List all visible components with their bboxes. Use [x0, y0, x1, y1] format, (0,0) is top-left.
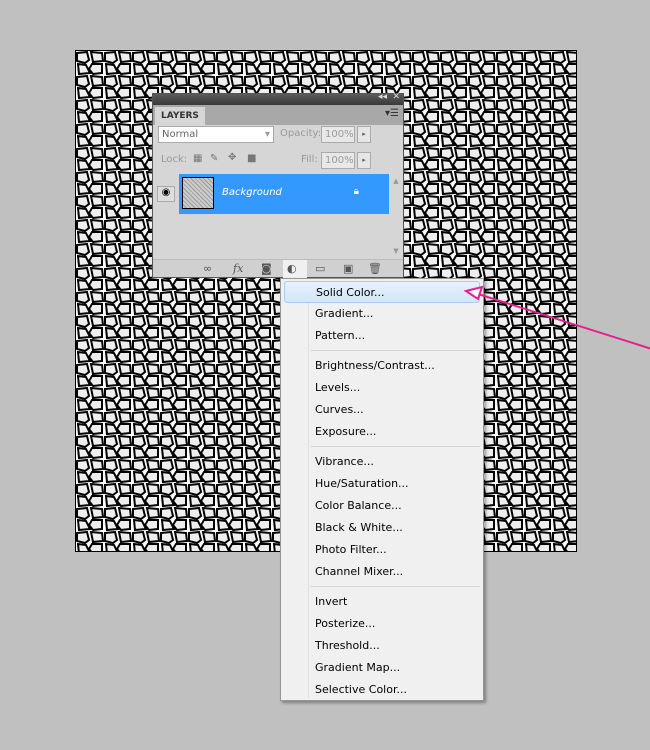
layer-name: Background [222, 187, 282, 198]
lock-brush-icon[interactable]: ✎ [210, 153, 218, 164]
menu-item-gradient-map[interactable]: Gradient Map... [284, 657, 480, 679]
menu-item-hue-saturation[interactable]: Hue/Saturation... [284, 473, 480, 495]
menu-item-pattern[interactable]: Pattern... [284, 325, 480, 347]
layer-row-background[interactable]: Background 🔒︎ [179, 174, 389, 214]
blend-mode-select[interactable]: Normal ▾ [158, 126, 274, 143]
new-group-icon[interactable]: ▭ [315, 262, 325, 275]
opacity-label: Opacity: [280, 128, 322, 139]
collapse-icon[interactable]: ◂◂ [378, 92, 387, 102]
menu-item-curves[interactable]: Curves... [284, 399, 480, 421]
opacity-slider-button[interactable]: ▸ [357, 126, 371, 143]
fill-slider-button[interactable]: ▸ [357, 152, 371, 169]
menu-item-selective-color[interactable]: Selective Color... [284, 679, 480, 701]
layer-thumbnail [182, 177, 214, 209]
menu-item-gradient[interactable]: Gradient... [284, 303, 480, 325]
menu-item-channel-mixer[interactable]: Channel Mixer... [284, 561, 480, 583]
menu-item-posterize[interactable]: Posterize... [284, 613, 480, 635]
new-layer-icon[interactable]: ▣ [343, 262, 353, 275]
menu-item-solid-color[interactable]: Solid Color... [284, 281, 480, 303]
adjustment-layer-icon[interactable]: ◐ [283, 260, 307, 278]
blend-mode-value: Normal [162, 129, 199, 140]
menu-item-photo-filter[interactable]: Photo Filter... [284, 539, 480, 561]
lock-transparent-icon[interactable]: ▦ [193, 153, 202, 164]
layers-panel: ◂◂ ✕ LAYERS ▾☰ Normal ▾ Opacity: 100% ▸ Loc… [152, 92, 404, 278]
layers-scrollbar[interactable]: ▲ ▼ [389, 174, 403, 260]
menu-item-vibrance[interactable]: Vibrance... [284, 451, 480, 473]
panel-menu-icon[interactable]: ▾☰ [385, 108, 399, 119]
menu-item-exposure[interactable]: Exposure... [284, 421, 480, 443]
layer-lock-icon: 🔒︎ [353, 186, 359, 197]
menu-item-levels[interactable]: Levels... [284, 377, 480, 399]
lock-all-icon[interactable]: ■ [247, 153, 256, 164]
menu-separator [311, 586, 480, 587]
delete-layer-icon[interactable]: 🗑︎ [368, 262, 382, 275]
link-layers-icon[interactable]: ∞ [203, 262, 212, 275]
fx-icon[interactable]: fx [233, 262, 243, 275]
panel-titlebar[interactable]: ◂◂ ✕ [153, 92, 403, 105]
menu-item-invert[interactable]: Invert [284, 591, 480, 613]
opacity-input[interactable]: 100% [321, 126, 355, 143]
menu-separator [311, 350, 480, 351]
menu-item-color-balance[interactable]: Color Balance... [284, 495, 480, 517]
lock-label: Lock: [161, 154, 188, 165]
lock-move-icon[interactable]: ✥ [228, 152, 236, 163]
close-icon[interactable]: ✕ [392, 92, 400, 102]
add-mask-icon[interactable]: ◙ [261, 262, 272, 275]
fill-input[interactable]: 100% [321, 152, 355, 169]
fill-label: Fill: [301, 154, 318, 165]
menu-item-threshold[interactable]: Threshold... [284, 635, 480, 657]
menu-item-brightness-contrast[interactable]: Brightness/Contrast... [284, 355, 480, 377]
visibility-eye-icon[interactable]: ◉ [157, 186, 175, 202]
tab-layers[interactable]: LAYERS [155, 107, 205, 125]
adjustment-menu: Solid Color... Gradient... Pattern... Brigh… [280, 278, 484, 701]
menu-separator [311, 446, 480, 447]
menu-item-black-white[interactable]: Black & White... [284, 517, 480, 539]
